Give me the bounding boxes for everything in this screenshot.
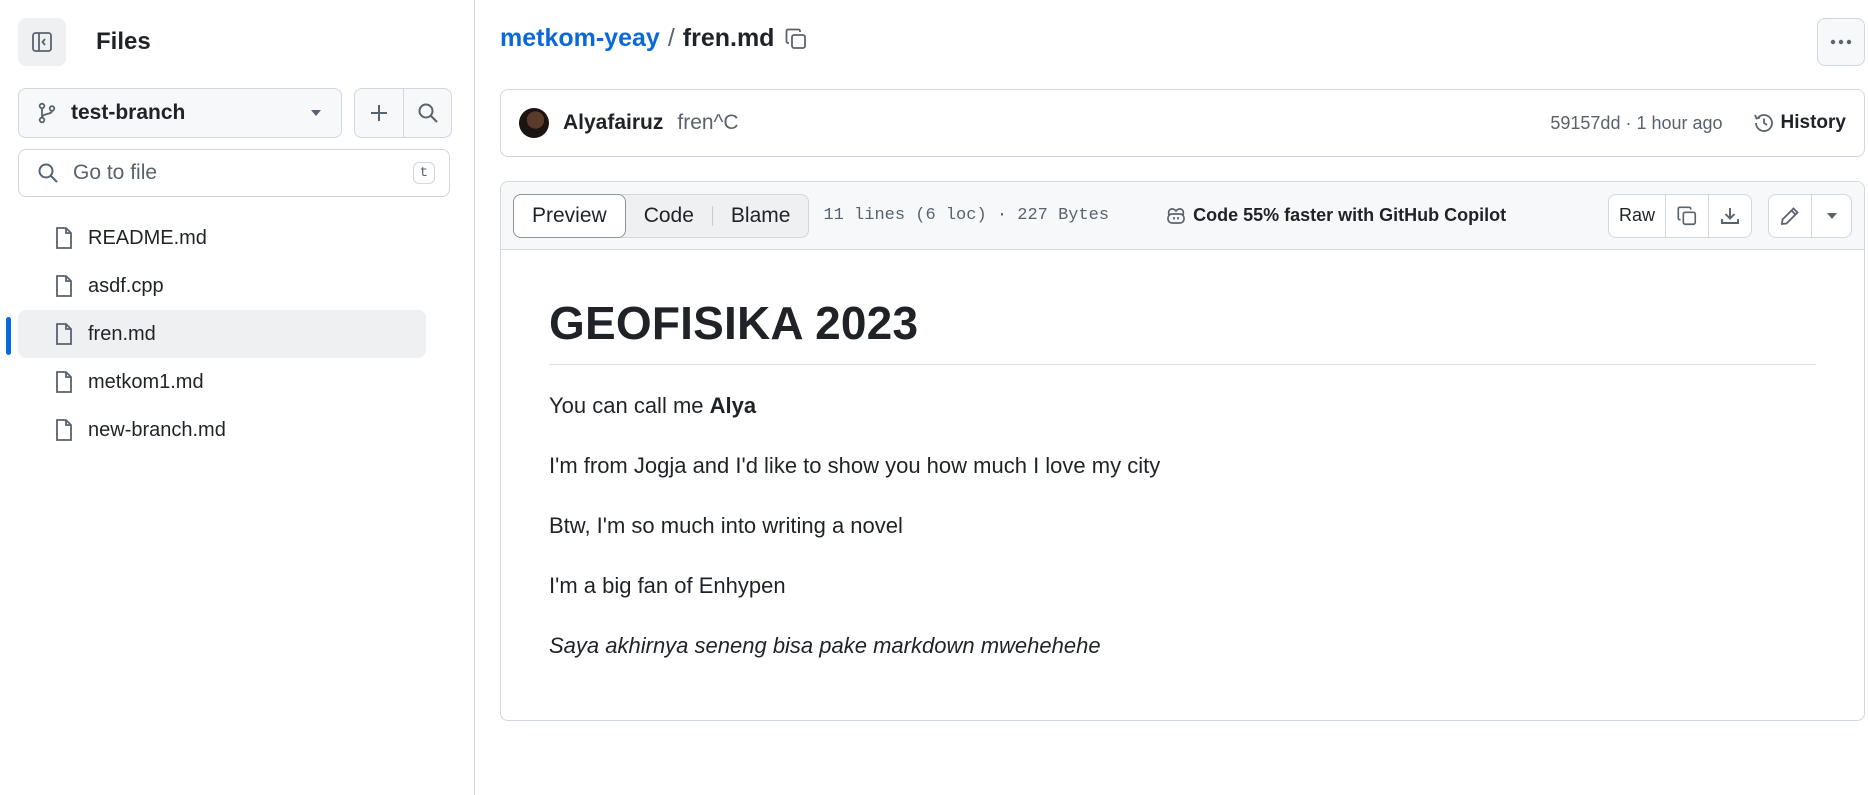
file-actions-group — [354, 88, 452, 138]
commit-author[interactable]: Alyafairuz — [563, 111, 663, 135]
file-tree-item-readme[interactable]: README.md — [18, 214, 426, 262]
search-icon — [417, 102, 439, 124]
plus-icon — [369, 103, 389, 123]
breadcrumb-file-name: fren.md — [682, 24, 775, 52]
markdown-paragraph-2: I'm from Jogja and I'd like to show you … — [549, 453, 1161, 478]
copy-path-button[interactable] — [784, 27, 808, 51]
file-tree-item-metkom1[interactable]: metkom1.md — [18, 358, 426, 406]
file-name: asdf.cpp — [88, 274, 164, 297]
edit-file-button[interactable] — [1769, 195, 1811, 237]
markdown-paragraph-5: Saya akhirnya seneng bisa pake markdown … — [549, 631, 1816, 661]
copilot-label: Code 55% faster with GitHub Copilot — [1193, 205, 1507, 225]
raw-button[interactable]: Raw — [1609, 195, 1665, 237]
file-viewer: Preview Code Blame 11 lines (6 loc) · 22… — [500, 181, 1865, 721]
history-label: History — [1780, 112, 1846, 133]
more-options-button[interactable] — [1817, 18, 1865, 66]
raw-actions-group: Raw — [1607, 193, 1752, 238]
file-name: fren.md — [88, 322, 156, 345]
bold-name: Alya — [709, 393, 757, 418]
tab-code[interactable]: Code — [626, 194, 712, 238]
sidebar-header: Files — [18, 18, 151, 66]
file-name: README.md — [88, 226, 207, 249]
avatar[interactable] — [519, 108, 549, 138]
file-icon — [54, 322, 74, 346]
edit-actions-group — [1768, 193, 1852, 238]
paragraph-text: You can call me — [549, 393, 710, 418]
file-tree-sidebar: Files test-branch Go to file t README.md… — [0, 0, 475, 795]
branch-toolbar: test-branch — [18, 88, 452, 138]
history-button[interactable]: History — [1747, 112, 1846, 134]
file-stats: 11 lines (6 loc) · 227 Bytes — [823, 206, 1110, 225]
caret-down-icon — [309, 108, 323, 118]
search-icon — [37, 162, 59, 184]
branch-name: test-branch — [71, 101, 186, 124]
collapse-sidebar-button[interactable] — [18, 18, 66, 66]
tab-blame[interactable]: Blame — [713, 194, 809, 238]
tab-preview[interactable]: Preview — [513, 193, 626, 238]
download-button[interactable] — [1708, 194, 1751, 237]
breadcrumb-repo-link[interactable]: metkom-yeay — [500, 24, 660, 53]
file-icon — [54, 274, 74, 298]
file-icon — [54, 226, 74, 250]
markdown-preview: GEOFISIKA 2023 You can call me Alya I'm … — [501, 250, 1864, 661]
active-file-indicator — [6, 317, 11, 355]
copy-icon — [784, 27, 808, 51]
copy-icon — [1676, 205, 1698, 227]
view-mode-tabs: Preview Code Blame — [513, 193, 810, 238]
markdown-paragraph-1: You can call me Alya — [549, 391, 1816, 421]
file-name: metkom1.md — [88, 370, 204, 393]
branch-selector[interactable]: test-branch — [18, 88, 342, 138]
markdown-paragraph-4: I'm a big fan of Enhypen — [549, 573, 786, 598]
caret-down-icon — [1825, 211, 1839, 221]
file-tree-item-fren[interactable]: fren.md — [18, 310, 426, 358]
commit-hash-time[interactable]: 59157dd · 1 hour ago — [1550, 113, 1722, 134]
file-name: new-branch.md — [88, 418, 226, 441]
file-icon — [54, 418, 74, 442]
edit-options-dropdown[interactable] — [1811, 194, 1851, 237]
markdown-paragraph-3: Btw, I'm so much into writing a novel — [549, 513, 903, 538]
pencil-icon — [1779, 205, 1801, 227]
keyboard-shortcut-hint: t — [412, 162, 435, 184]
download-icon — [1719, 205, 1741, 227]
copilot-icon — [1165, 206, 1187, 226]
go-to-file-search[interactable]: t — [18, 149, 450, 197]
markdown-heading: GEOFISIKA 2023 — [549, 296, 1816, 365]
sidebar-collapse-icon — [30, 30, 54, 54]
history-icon — [1753, 112, 1775, 134]
kebab-horizontal-icon — [1829, 38, 1853, 46]
file-tree-item-asdf[interactable]: asdf.cpp — [18, 262, 426, 310]
commit-message[interactable]: fren^C — [677, 111, 738, 135]
file-icon — [54, 370, 74, 394]
latest-commit-bar: Alyafairuz fren^C 59157dd · 1 hour ago H… — [500, 89, 1865, 157]
add-file-button[interactable] — [355, 89, 403, 137]
search-code-button[interactable] — [403, 89, 451, 137]
copilot-promo-link[interactable]: Code 55% faster with GitHub Copilot — [1159, 205, 1506, 226]
file-toolbar: Preview Code Blame 11 lines (6 loc) · 22… — [501, 182, 1864, 250]
breadcrumb: metkom-yeay / fren.md — [500, 24, 808, 53]
breadcrumb-separator: / — [667, 24, 675, 52]
go-to-file-input[interactable] — [73, 161, 413, 185]
file-actions: Raw — [1607, 193, 1852, 238]
git-branch-icon — [37, 102, 57, 124]
italic-text: Saya akhirnya seneng bisa pake markdown … — [549, 633, 1101, 658]
file-tree: README.md asdf.cpp fren.md metkom1.md ne… — [18, 214, 426, 454]
file-tree-item-new-branch[interactable]: new-branch.md — [18, 406, 426, 454]
sidebar-title: Files — [96, 28, 151, 55]
copy-raw-button[interactable] — [1665, 194, 1708, 237]
